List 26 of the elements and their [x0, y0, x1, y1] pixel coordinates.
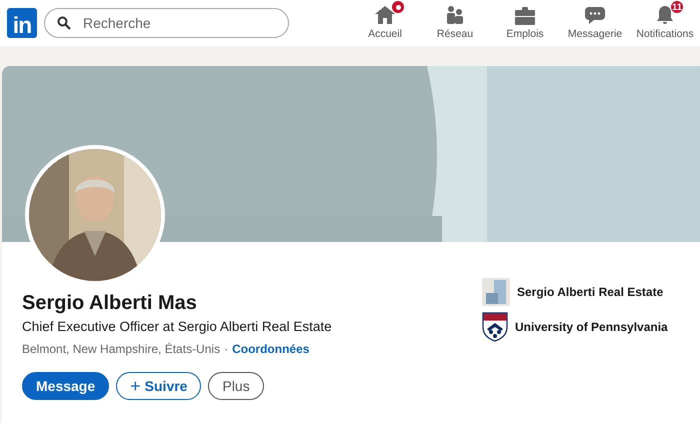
affiliation-link[interactable]: University of Pennsylvania — [482, 312, 700, 342]
search-icon — [57, 16, 71, 30]
location: Belmont, New Hampshire, États-Unis — [22, 342, 220, 356]
message-button[interactable]: Message — [22, 372, 110, 400]
notification-badge: 11 — [670, 0, 684, 14]
nav-item[interactable]: Accueil — [350, 0, 420, 46]
search-field[interactable]: Recherche — [44, 8, 289, 38]
profile-name: Sergio Alberti Mas — [22, 292, 198, 315]
company-logo-icon — [482, 278, 510, 306]
follow-button[interactable]: + Suivre — [116, 372, 202, 400]
nav-item[interactable]: 11 Notifications — [630, 0, 700, 46]
nav-item[interactable]: Messagerie — [560, 0, 630, 46]
chat-bubble-icon — [585, 6, 605, 25]
logo[interactable]: in — [7, 8, 37, 38]
more-button[interactable]: Plus — [208, 372, 264, 400]
contact-info-link[interactable]: Coordonnées — [232, 342, 310, 356]
search-input[interactable]: Recherche — [81, 14, 265, 32]
people-icon — [445, 5, 465, 25]
shield-icon — [482, 312, 508, 342]
nav-item[interactable]: Emplois — [490, 0, 560, 46]
headline: Chief Executive Officer at Sergio Alberti Real Estate — [22, 319, 333, 334]
home-icon — [374, 5, 396, 25]
nav-item[interactable]: Réseau — [420, 0, 490, 46]
briefcase-icon — [515, 7, 535, 25]
separator: · — [224, 342, 228, 356]
affiliation-link[interactable]: Sergio Alberti Real Estate — [482, 278, 700, 306]
